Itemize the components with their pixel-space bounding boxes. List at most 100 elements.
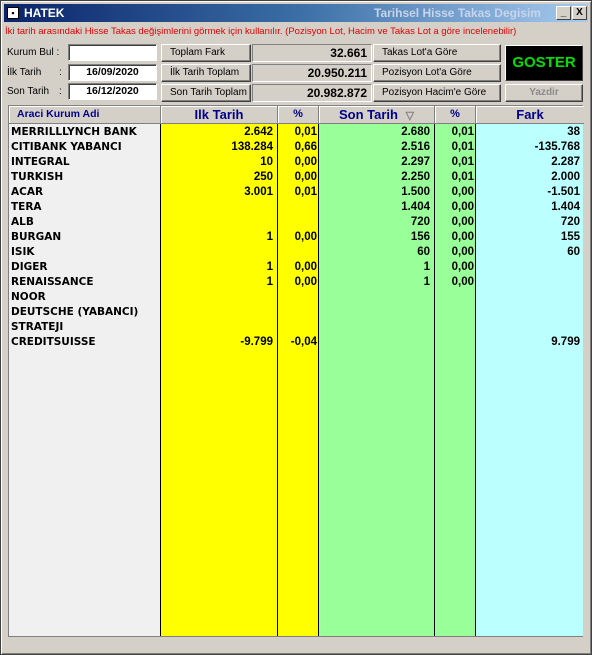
table-row[interactable]: CITIBANK YABANCI 138.284 0,66 2.516 0,01 -135… xyxy=(9,140,584,155)
pozisyon-lot-button[interactable]: Pozisyon Lot'a Göre xyxy=(373,64,501,82)
cell-pct2: 0,00 xyxy=(451,216,474,228)
cell-son-tarih xyxy=(319,320,430,335)
cell-fark: 60 xyxy=(567,246,580,258)
header-kurum[interactable]: Araci Kurum Adi xyxy=(9,106,161,124)
cell-pct1 xyxy=(278,215,317,230)
cell-kurum-name: TERA xyxy=(11,201,42,213)
cell-pct2: 0,01 xyxy=(451,141,474,153)
cell-son-tarih: 1.404 xyxy=(401,201,430,213)
cell-ilk-tarih xyxy=(161,320,273,335)
cell-son-tarih xyxy=(319,335,430,350)
son-tarih-field[interactable]: 16/12/2020 xyxy=(68,83,157,100)
cell-son-tarih: 1 xyxy=(423,276,430,288)
table-row[interactable]: DIGER 1 0,00 1 0,00 xyxy=(9,260,584,275)
header-ilk-tarih[interactable]: Ilk Tarih xyxy=(161,106,278,124)
table-row[interactable]: NOOR xyxy=(9,290,584,305)
cell-son-tarih: 156 xyxy=(410,231,430,243)
header-fark[interactable]: Fark xyxy=(476,106,584,124)
table-row[interactable]: ACAR 3.001 0,01 1.500 0,00 -1.501 xyxy=(9,185,584,200)
goster-button[interactable]: GOSTER xyxy=(505,45,583,81)
cell-kurum-name: CREDITSUISSE xyxy=(11,336,96,348)
cell-pct1: 0,01 xyxy=(294,186,317,198)
header-pct1[interactable]: % xyxy=(278,106,319,124)
table-row[interactable]: INTEGRAL 10 0,00 2.297 0,01 2.287 xyxy=(9,155,584,170)
cell-pct1: 0,00 xyxy=(294,231,317,243)
cell-kurum-name: DIGER xyxy=(11,261,48,273)
cell-fark: 2.000 xyxy=(551,171,580,183)
cell-pct2: 0,00 xyxy=(451,201,474,213)
cell-kurum-name: STRATEJI xyxy=(11,321,64,333)
kurum-bul-input[interactable] xyxy=(68,44,157,61)
close-button[interactable]: X xyxy=(572,6,587,20)
cell-kurum-name: ACAR xyxy=(11,186,44,198)
cell-pct1 xyxy=(278,245,317,260)
cell-kurum-name: RENAISSANCE xyxy=(11,276,94,288)
cell-fark: 720 xyxy=(560,216,580,228)
cell-kurum-name: DEUTSCHE (YABANCI) xyxy=(11,306,139,318)
cell-fark xyxy=(476,290,580,305)
cell-kurum-name: ALB xyxy=(11,216,34,228)
ilk-tarih-field[interactable]: 16/09/2020 xyxy=(68,64,157,81)
data-grid[interactable]: Araci Kurum Adi Ilk Tarih % Son Tarih ▽ … xyxy=(8,105,584,637)
cell-son-tarih: 2.297 xyxy=(401,156,430,168)
cell-pct2 xyxy=(435,290,474,305)
minimize-button[interactable]: _ xyxy=(556,6,571,20)
takas-lot-button[interactable]: Takas Lot'a Göre xyxy=(373,44,501,62)
cell-ilk-tarih: 1 xyxy=(266,276,273,288)
cell-pct2: 0,00 xyxy=(451,186,474,198)
cell-fark xyxy=(476,275,580,290)
cell-pct1 xyxy=(278,290,317,305)
cell-pct2: 0,00 xyxy=(451,231,474,243)
table-row[interactable]: TERA 1.404 0,00 1.404 xyxy=(9,200,584,215)
cell-pct2: 0,01 xyxy=(451,126,474,138)
kurum-bul-label: Kurum Bul : xyxy=(7,47,60,58)
app-icon[interactable]: ▪ xyxy=(7,7,19,19)
cell-ilk-tarih xyxy=(161,305,273,320)
header-son-tarih[interactable]: Son Tarih ▽ xyxy=(319,106,435,124)
cell-ilk-tarih: 2.642 xyxy=(244,126,273,138)
pozisyon-hacim-button[interactable]: Pozisyon Hacim'e Göre xyxy=(373,84,501,102)
cell-ilk-tarih: 138.284 xyxy=(231,141,273,153)
cell-son-tarih xyxy=(319,290,430,305)
cell-ilk-tarih: -9.799 xyxy=(240,336,273,348)
cell-kurum-name: ISIK xyxy=(11,246,35,258)
cell-son-tarih: 1 xyxy=(423,261,430,273)
son-tarih-colon: : xyxy=(59,86,62,97)
toplam-fark-value: 32.661 xyxy=(252,44,372,62)
table-body: MERRILLLYNCH BANK 2.642 0,01 2.680 0,01 38 CIT… xyxy=(9,125,584,350)
table-row[interactable]: TURKISH 250 0,00 2.250 0,01 2.000 xyxy=(9,170,584,185)
table-row[interactable]: ALB 720 0,00 720 xyxy=(9,215,584,230)
title-bar[interactable]: ▪ HATEK Tarihsel Hisse Takas Degisim _ X xyxy=(4,4,588,22)
table-row[interactable]: CREDITSUISSE -9.799 -0,04 9.799 xyxy=(9,335,584,350)
cell-pct2: 0,01 xyxy=(451,156,474,168)
yazdir-button[interactable]: Yazdir xyxy=(505,84,583,102)
table-row[interactable]: MERRILLLYNCH BANK 2.642 0,01 2.680 0,01 38 xyxy=(9,125,584,140)
cell-kurum-name: NOOR xyxy=(11,291,46,303)
cell-fark xyxy=(476,305,580,320)
sort-down-icon: ▽ xyxy=(405,110,415,122)
cell-pct2 xyxy=(435,320,474,335)
cell-ilk-tarih xyxy=(161,245,273,260)
ilk-tarih-toplam-label: İlk Tarih Toplam xyxy=(161,64,251,82)
table-row[interactable]: ISIK 60 0,00 60 xyxy=(9,245,584,260)
cell-pct2: 0,00 xyxy=(451,276,474,288)
cell-son-tarih: 2.516 xyxy=(401,141,430,153)
cell-pct2: 0,01 xyxy=(451,171,474,183)
cell-ilk-tarih: 1 xyxy=(266,231,273,243)
cell-son-tarih: 2.250 xyxy=(401,171,430,183)
cell-fark: 155 xyxy=(560,231,580,243)
cell-pct1: 0,00 xyxy=(294,261,317,273)
table-row[interactable]: RENAISSANCE 1 0,00 1 0,00 xyxy=(9,275,584,290)
table-row[interactable]: BURGAN 1 0,00 156 0,00 155 xyxy=(9,230,584,245)
cell-fark: 38 xyxy=(567,126,580,138)
window-title: Tarihsel Hisse Takas Degisim xyxy=(374,6,541,20)
ilk-tarih-colon: : xyxy=(59,67,62,78)
cell-pct1: 0,00 xyxy=(294,171,317,183)
cell-ilk-tarih xyxy=(161,290,273,305)
header-pct2[interactable]: % xyxy=(435,106,476,124)
table-row[interactable]: DEUTSCHE (YABANCI) xyxy=(9,305,584,320)
cell-son-tarih: 2.680 xyxy=(401,126,430,138)
cell-pct1 xyxy=(278,200,317,215)
cell-ilk-tarih: 1 xyxy=(266,261,273,273)
table-row[interactable]: STRATEJI xyxy=(9,320,584,335)
